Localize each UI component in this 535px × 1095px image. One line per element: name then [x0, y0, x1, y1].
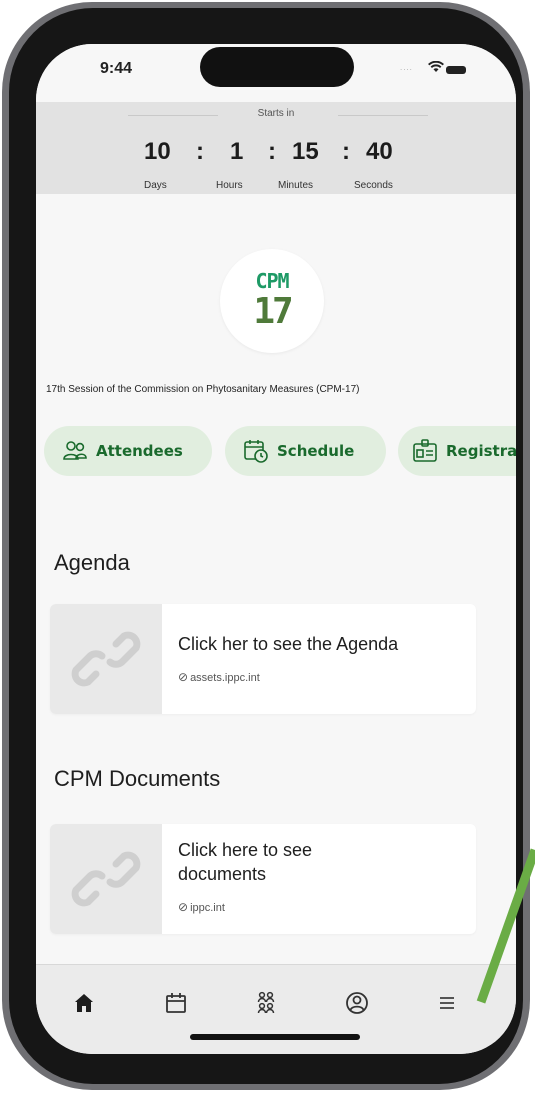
countdown-banner: Starts in 10 : 1 : 15 : 40 Days Hours Mi… [36, 102, 516, 194]
battery-icon [446, 66, 466, 74]
people-icon [62, 438, 88, 464]
documents-card-title: Click here to see documents [178, 840, 313, 884]
home-icon[interactable] [66, 985, 102, 1021]
countdown-separator: : [342, 138, 350, 165]
profile-icon[interactable] [339, 985, 375, 1021]
link-thumbnail [50, 604, 162, 714]
logo-text-top: CPM [255, 269, 289, 293]
countdown-days: 10 [144, 138, 171, 165]
status-time: 9:44 [100, 60, 133, 77]
minutes-label: Minutes [278, 180, 314, 191]
attendees-button[interactable]: Attendees [44, 426, 212, 476]
calendar-clock-icon [243, 438, 269, 464]
countdown-separator: : [196, 138, 204, 165]
cpm-logo: CPM 17 [220, 249, 324, 353]
agenda-card-url: assets.ippc.int [190, 672, 260, 684]
logo-text-bottom: 17 [253, 291, 293, 332]
link-icon [71, 851, 141, 907]
documents-card-url: ippc.int [190, 902, 225, 914]
documents-heading: CPM Documents [54, 766, 221, 791]
schedule-label: Schedule [277, 442, 355, 460]
menu-icon[interactable] [429, 985, 465, 1021]
bottom-navigation [36, 964, 516, 1054]
calendar-icon[interactable] [158, 985, 194, 1021]
agenda-card-source: ⊘ assets.ippc.int [178, 670, 260, 684]
agenda-card[interactable]: Click her to see the Agenda ⊘ assets.ippc… [50, 604, 476, 714]
id-card-icon [412, 438, 438, 464]
days-label: Days [144, 180, 167, 191]
home-indicator [190, 1034, 360, 1040]
dynamic-island [200, 47, 354, 87]
seconds-label: Seconds [354, 180, 393, 191]
documents-card[interactable]: Click here to see documents ⊘ ippc.int [50, 824, 476, 934]
attendees-label: Attendees [96, 442, 183, 460]
registration-button[interactable]: Registra [398, 426, 516, 476]
status-bar: 9:44 .... [36, 44, 516, 102]
link-thumbnail [50, 824, 162, 934]
paperclip-icon: ⊘ [178, 900, 189, 914]
session-title: 17th Session of the Commission on Phytos… [46, 384, 360, 395]
hours-label: Hours [216, 180, 243, 191]
people-grid-icon[interactable] [248, 985, 284, 1021]
countdown-separator: : [268, 138, 276, 165]
agenda-card-title: Click her to see the Agenda [178, 634, 399, 654]
documents-card-source: ⊘ ippc.int [178, 900, 225, 914]
wifi-icon [428, 60, 444, 76]
app-screen: 9:44 .... Starts in 10 : 1 : 15 : 40 Day… [36, 44, 516, 1054]
countdown-hours: 1 [230, 138, 244, 165]
countdown-minutes: 15 [292, 138, 319, 165]
countdown-seconds: 40 [366, 138, 393, 165]
signal-icon: .... [400, 63, 413, 72]
link-icon [71, 631, 141, 687]
agenda-heading: Agenda [54, 550, 130, 575]
registration-label: Registra [446, 442, 516, 460]
schedule-button[interactable]: Schedule [225, 426, 386, 476]
paperclip-icon: ⊘ [178, 670, 189, 684]
starts-in-label: Starts in [257, 108, 295, 119]
